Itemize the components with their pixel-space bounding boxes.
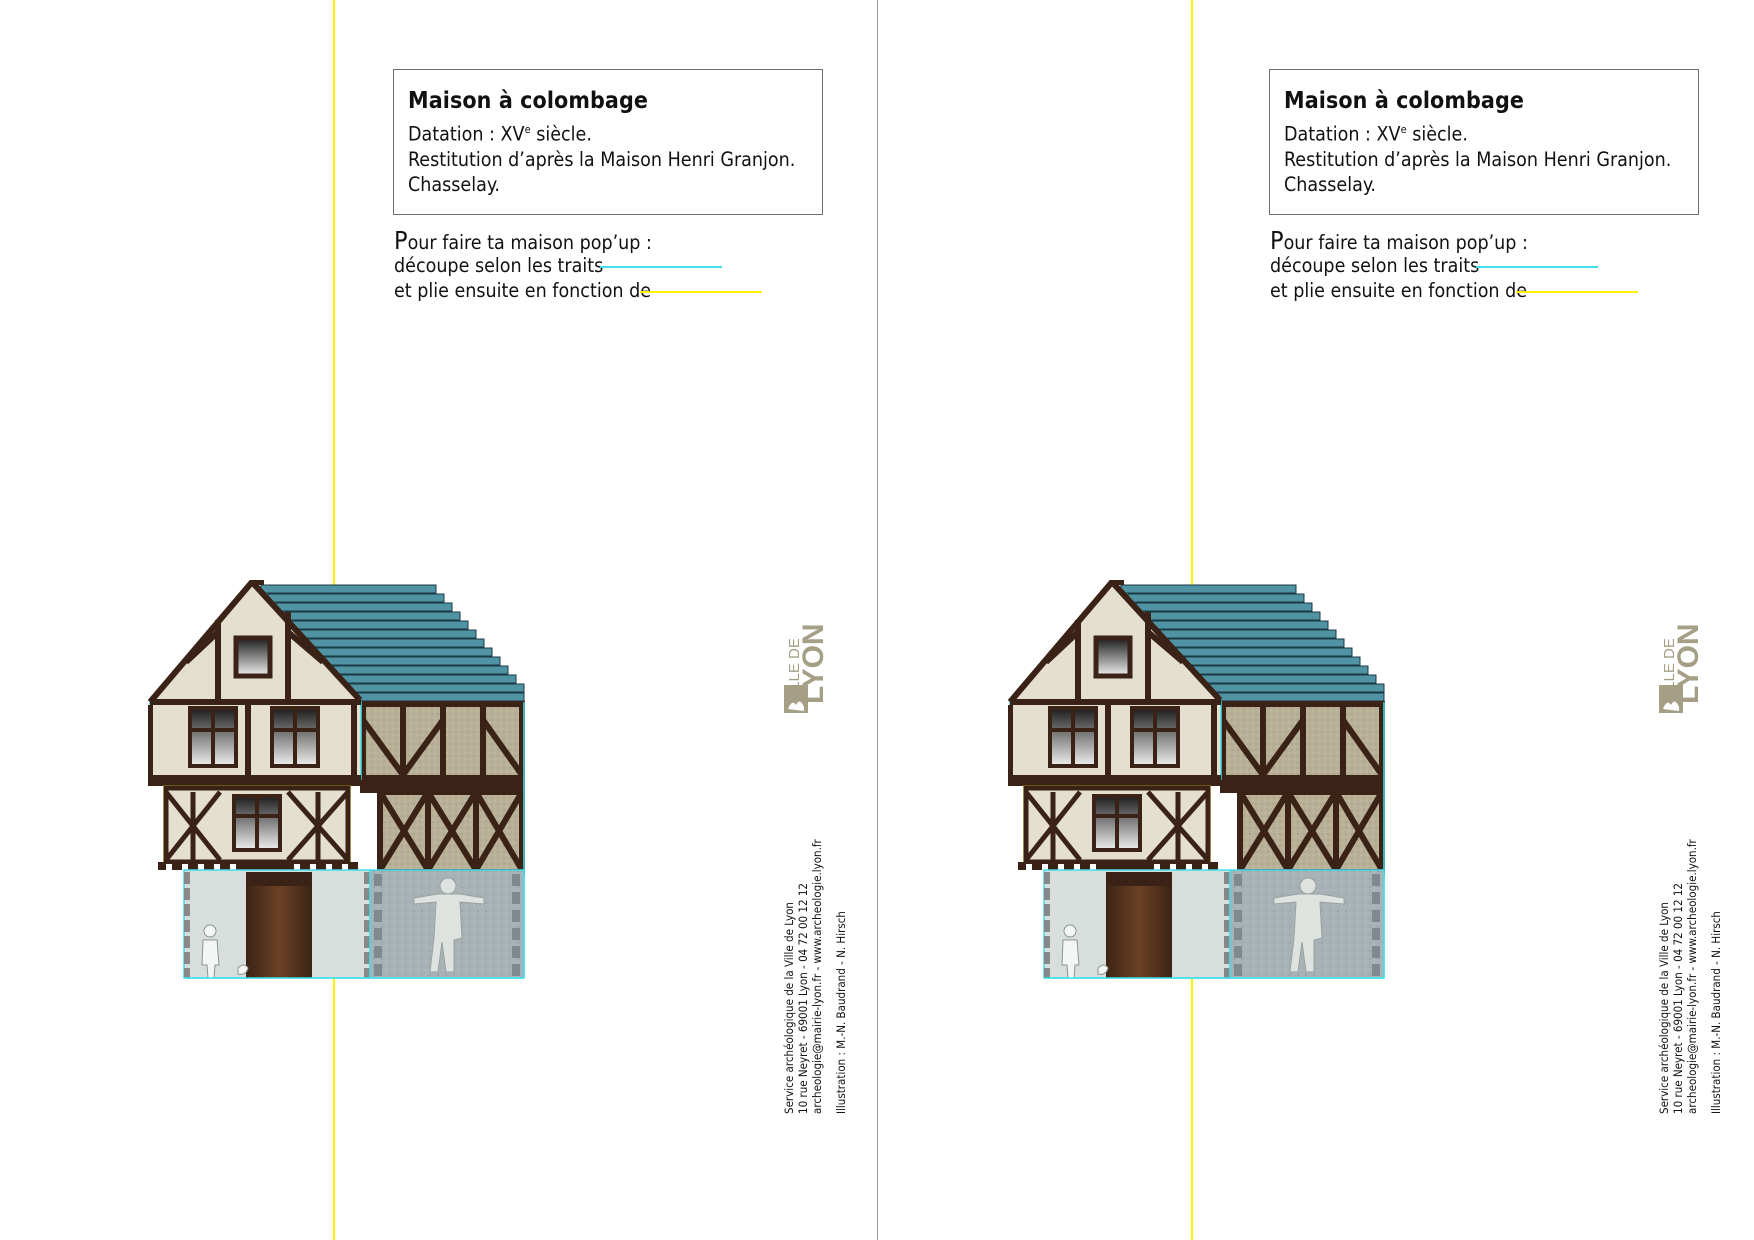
restitution: Restitution d’après la Maison Henri Gran… <box>1284 147 1672 171</box>
datation-suffix: siècle. <box>530 122 592 146</box>
lyon-lion-logo-icon: VILLE DE LYON <box>1657 585 1705 715</box>
drop-cap: P <box>394 226 408 255</box>
datation: Datation : XVe siècle. <box>408 117 808 147</box>
instruction-line-1: Pour faire ta maison pop’up : <box>394 226 774 255</box>
place: Chasselay. <box>408 172 500 196</box>
house-illustration <box>148 580 568 1015</box>
instruction-line-2-text: découpe selon les traits <box>394 254 604 277</box>
instruction-line-3-text: et plie ensuite en fonction de <box>1270 279 1528 302</box>
instruction-line-1-text: our faire ta maison pop’up : <box>407 231 652 254</box>
credit-line-4: Illustration : M.-N. Baudrand - N. Hirsc… <box>834 911 848 1114</box>
info-box: Maison à colombage Datation : XVe siècle… <box>393 69 823 215</box>
credit-line-2: 10 rue Neyret - 69001 Lyon - 04 72 00 12… <box>796 882 810 1114</box>
drop-cap: P <box>1270 226 1284 255</box>
left-page: Maison à colombage Datation : XVe siècle… <box>0 0 877 1240</box>
info-box: Maison à colombage Datation : XVe siècle… <box>1269 69 1699 215</box>
right-page: Maison à colombage Datation : XVe siècle… <box>877 0 1754 1240</box>
datation-suffix: siècle. <box>1406 122 1468 146</box>
credit-line-4: Illustration : M.-N. Baudrand - N. Hirsc… <box>1709 911 1723 1114</box>
instruction-line-2-text: découpe selon les traits <box>1270 254 1480 277</box>
credits-text: Service archéologique de la Ville de Lyo… <box>782 654 848 1114</box>
instruction-line-3-text: et plie ensuite en fonction de <box>394 279 652 302</box>
credit-line-1: Service archéologique de la Ville de Lyo… <box>782 902 796 1114</box>
instruction-line-1: Pour faire ta maison pop’up : <box>1270 226 1650 255</box>
credit-line-1: Service archéologique de la Ville de Lyo… <box>1657 902 1671 1114</box>
credits-text: Service archéologique de la Ville de Lyo… <box>1657 654 1723 1114</box>
info-title: Maison à colombage <box>408 88 649 114</box>
instruction-line-1-text: our faire ta maison pop’up : <box>1283 231 1528 254</box>
credit-line-3: archeologie@mairie-lyon.fr - www.archeol… <box>810 839 824 1114</box>
cut-line-swatch <box>600 266 722 268</box>
datation-prefix: Datation : XV <box>1284 122 1401 146</box>
fold-line-swatch <box>1516 291 1638 293</box>
instruction-line-3: et plie ensuite en fonction de <box>1270 278 1650 303</box>
house-illustration <box>1008 580 1428 1015</box>
fold-line-swatch <box>640 291 762 293</box>
instruction-line-2: découpe selon les traits <box>1270 253 1650 278</box>
instructions: Pour faire ta maison pop’up : découpe se… <box>1270 228 1650 303</box>
datation: Datation : XVe siècle. <box>1284 117 1684 147</box>
instruction-line-3: et plie ensuite en fonction de <box>394 278 774 303</box>
place: Chasselay. <box>1284 172 1376 196</box>
instruction-line-2: découpe selon les traits <box>394 253 774 278</box>
cut-line-swatch <box>1476 266 1598 268</box>
credit-line-2: 10 rue Neyret - 69001 Lyon - 04 72 00 12… <box>1671 882 1685 1114</box>
info-title: Maison à colombage <box>1284 88 1525 114</box>
restitution: Restitution d’après la Maison Henri Gran… <box>408 147 796 171</box>
lyon-lion-logo-icon: VILLE DE LYON <box>782 585 830 715</box>
instructions: Pour faire ta maison pop’up : découpe se… <box>394 228 774 303</box>
datation-prefix: Datation : XV <box>408 122 525 146</box>
credit-line-3: archeologie@mairie-lyon.fr - www.archeol… <box>1685 839 1699 1114</box>
